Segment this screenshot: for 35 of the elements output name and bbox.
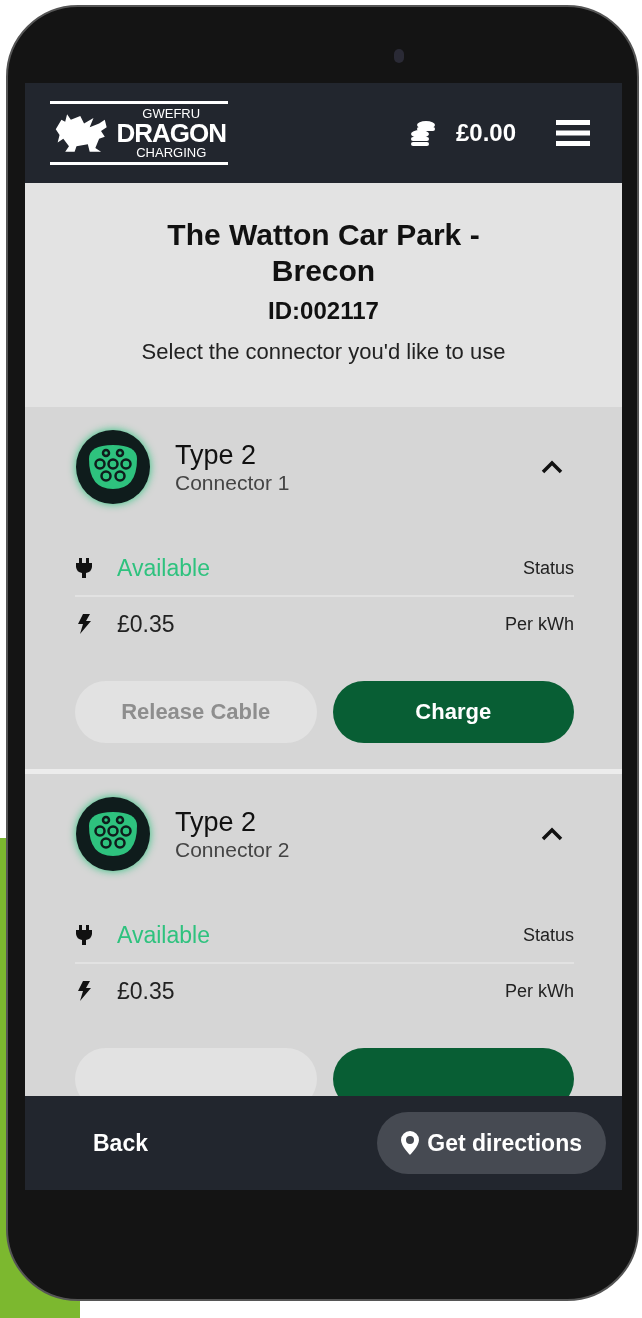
status-label: Status <box>522 557 574 579</box>
connector-status: Available <box>117 554 211 582</box>
connector-name: Connector 2 <box>175 837 291 862</box>
back-button[interactable]: Back <box>73 1119 168 1167</box>
lightning-icon <box>75 981 93 1001</box>
status-label: Status <box>522 924 574 946</box>
location-id: ID:002117 <box>268 297 379 325</box>
coins-icon <box>409 120 436 146</box>
logo-text: CHARGING <box>136 146 207 159</box>
camera-icon <box>394 49 404 63</box>
logo-text: GWEFRU <box>142 107 201 120</box>
connector-type: Type 2 <box>175 439 258 471</box>
connector-status: Available <box>117 921 211 949</box>
connector-price: £0.35 <box>117 977 176 1005</box>
menu-icon[interactable] <box>556 120 590 146</box>
map-pin-icon <box>401 1131 420 1155</box>
charge-button[interactable]: Charge <box>332 681 574 743</box>
wallet-balance[interactable]: £0.00 <box>455 119 516 147</box>
plug-socket-icon <box>75 429 151 505</box>
get-directions-button[interactable]: Get directions <box>377 1112 606 1174</box>
location-title: The Watton Car Park - Brecon <box>166 217 481 289</box>
charge-button[interactable] <box>332 1048 574 1096</box>
plug-icon <box>75 925 93 945</box>
instruction-text: Select the connector you'd like to use <box>141 339 506 365</box>
connector-name: Connector 1 <box>175 470 291 495</box>
connector-type: Type 2 <box>175 806 258 838</box>
logo-title: DRAGON <box>116 120 226 146</box>
lightning-icon <box>75 614 93 634</box>
plug-socket-icon <box>75 796 151 872</box>
connector-price: £0.35 <box>117 610 176 638</box>
plug-icon <box>75 558 93 578</box>
chevron-icon[interactable] <box>540 826 564 842</box>
price-unit-label: Per kWh <box>505 980 574 1002</box>
chevron-icon[interactable] <box>540 459 564 475</box>
price-unit-label: Per kWh <box>505 613 574 635</box>
